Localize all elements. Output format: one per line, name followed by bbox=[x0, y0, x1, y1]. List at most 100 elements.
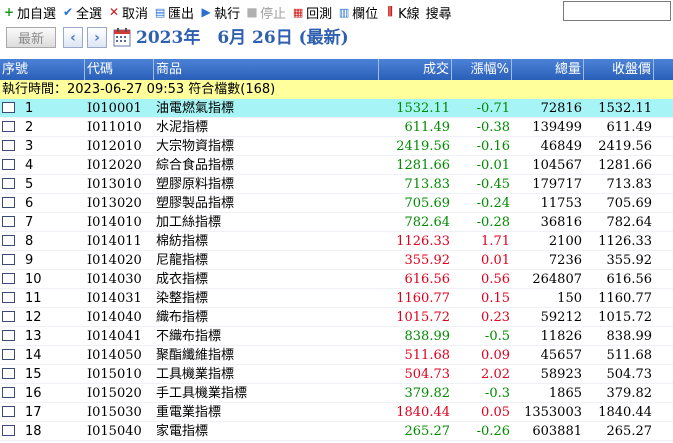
row-change: 0.56 bbox=[481, 272, 510, 287]
row-checkbox[interactable] bbox=[2, 406, 15, 417]
latest-button[interactable]: 最新 bbox=[6, 27, 56, 48]
row-name[interactable]: 染整指標 bbox=[154, 289, 379, 307]
table-row[interactable]: 6 I013020 塑膠製品指標 705.69 -0.24 11753 705.69 bbox=[0, 194, 673, 213]
row-change: -0.71 bbox=[476, 101, 510, 116]
row-index: 16 bbox=[25, 386, 42, 401]
next-date-button[interactable]: › bbox=[87, 27, 107, 48]
table-row[interactable]: 7 I014010 加工絲指標 782.64 -0.28 36816 782.64 bbox=[0, 213, 673, 232]
row-checkbox[interactable] bbox=[2, 140, 15, 151]
add-favorite-button[interactable]: + 加自選 bbox=[0, 0, 59, 24]
row-name[interactable]: 重電業指標 bbox=[154, 403, 379, 421]
row-checkbox[interactable] bbox=[2, 159, 15, 170]
stop-button[interactable]: ■ 停止 bbox=[243, 0, 289, 24]
table-row[interactable]: 18 I015040 家電指標 265.27 -0.26 603881 265.27 bbox=[0, 422, 673, 441]
row-checkbox[interactable] bbox=[2, 349, 15, 360]
export-button[interactable]: ▤ 匯出 bbox=[151, 0, 197, 24]
table-row[interactable]: 2 I011010 水泥指標 611.49 -0.38 139499 611.49 bbox=[0, 118, 673, 137]
row-checkbox[interactable] bbox=[2, 121, 15, 132]
table-row[interactable]: 9 I014020 尼龍指標 355.92 0.01 7236 355.92 bbox=[0, 251, 673, 270]
row-checkbox[interactable] bbox=[2, 254, 15, 265]
row-volume: 2100 bbox=[548, 234, 582, 249]
row-checkbox[interactable] bbox=[2, 292, 15, 303]
row-code: I015010 bbox=[87, 367, 142, 382]
table-row[interactable]: 10 I014030 成衣指標 616.56 0.56 264807 616.56 bbox=[0, 270, 673, 289]
row-name[interactable]: 綜合食品指標 bbox=[154, 156, 379, 174]
row-change: 1.71 bbox=[481, 234, 510, 249]
table-row[interactable]: 14 I014050 聚酯纖維指標 511.68 0.09 45657 511.68 bbox=[0, 346, 673, 365]
row-close: 1840.44 bbox=[598, 405, 652, 420]
table-row[interactable]: 17 I015030 重電業指標 1840.44 0.05 1353003 1840.44 bbox=[0, 403, 673, 422]
table-row[interactable]: 4 I012020 綜合食品指標 1281.66 -0.01 104567 1281.66 bbox=[0, 156, 673, 175]
row-index: 7 bbox=[25, 215, 34, 230]
row-checkbox[interactable] bbox=[2, 102, 15, 113]
table-row[interactable]: 8 I014011 棉紡指標 1126.33 1.71 2100 1126.33 bbox=[0, 232, 673, 251]
column-header-close[interactable]: 收盤價 bbox=[584, 59, 654, 80]
row-checkbox[interactable] bbox=[2, 235, 15, 246]
row-checkbox[interactable] bbox=[2, 425, 15, 436]
table-row[interactable]: 16 I015020 手工具機業指標 379.82 -0.3 1865 379.82 bbox=[0, 384, 673, 403]
select-all-button[interactable]: ✔ 全選 bbox=[59, 0, 105, 24]
row-change: -0.5 bbox=[484, 329, 510, 344]
row-checkbox[interactable] bbox=[2, 368, 15, 379]
row-checkbox[interactable] bbox=[2, 330, 15, 341]
table-row[interactable]: 12 I014040 織布指標 1015.72 0.23 59212 1015.72 bbox=[0, 308, 673, 327]
table-row[interactable]: 13 I014041 不織布指標 838.99 -0.5 11826 838.99 bbox=[0, 327, 673, 346]
row-volume: 7236 bbox=[548, 253, 582, 268]
row-index: 15 bbox=[25, 367, 42, 382]
cancel-button[interactable]: ✕ 取消 bbox=[105, 0, 151, 24]
table-row[interactable]: 5 I013010 塑膠原料指標 713.83 -0.45 179717 713.83 bbox=[0, 175, 673, 194]
execute-button[interactable]: ▶ 執行 bbox=[197, 0, 243, 24]
row-name[interactable]: 工具機業指標 bbox=[154, 365, 379, 383]
backtest-button[interactable]: ▦ 回測 bbox=[289, 0, 335, 24]
row-checkbox[interactable] bbox=[2, 311, 15, 322]
row-name[interactable]: 水泥指標 bbox=[154, 118, 379, 136]
column-header-change[interactable]: 漲幅% bbox=[452, 59, 512, 80]
row-name[interactable]: 家電指標 bbox=[154, 422, 379, 440]
row-name[interactable]: 不織布指標 bbox=[154, 327, 379, 345]
row-name[interactable]: 聚酯纖維指標 bbox=[154, 346, 379, 364]
row-code: I014041 bbox=[87, 329, 142, 344]
row-name[interactable]: 尼龍指標 bbox=[154, 251, 379, 269]
column-header-index[interactable]: 序號 bbox=[0, 59, 85, 80]
calendar-icon[interactable] bbox=[113, 27, 131, 47]
row-checkbox[interactable] bbox=[2, 273, 15, 284]
row-price: 2419.56 bbox=[396, 139, 450, 154]
previous-date-button[interactable]: ‹ bbox=[63, 27, 83, 48]
table-row[interactable]: 1 I010001 油電燃氣指標 1532.11 -0.71 72816 1532.11 bbox=[0, 99, 673, 118]
columns-button[interactable]: ▥ 欄位 bbox=[335, 0, 381, 24]
row-index: 17 bbox=[25, 405, 42, 420]
row-name[interactable]: 塑膠原料指標 bbox=[154, 175, 379, 193]
row-name[interactable]: 大宗物資指標 bbox=[154, 137, 379, 155]
row-price: 705.69 bbox=[404, 196, 451, 211]
kline-button[interactable]: ⫼ K線 bbox=[381, 0, 423, 24]
table-row[interactable]: 15 I015010 工具機業指標 504.73 2.02 58923 504.73 bbox=[0, 365, 673, 384]
column-header-price[interactable]: 成交 bbox=[379, 59, 452, 80]
stop-icon: ■ bbox=[246, 5, 258, 19]
row-checkbox[interactable] bbox=[2, 178, 15, 189]
column-header-volume[interactable]: 總量 bbox=[512, 59, 584, 80]
row-volume: 139499 bbox=[532, 120, 582, 135]
column-header-name[interactable]: 商品 bbox=[154, 59, 379, 80]
table-row[interactable]: 11 I014031 染整指標 1160.77 0.15 150 1160.77 bbox=[0, 289, 673, 308]
row-price: 1281.66 bbox=[396, 158, 450, 173]
row-name[interactable]: 加工絲指標 bbox=[154, 213, 379, 231]
row-name[interactable]: 手工具機業指標 bbox=[154, 384, 379, 402]
row-name[interactable]: 成衣指標 bbox=[154, 270, 379, 288]
row-checkbox[interactable] bbox=[2, 197, 15, 208]
row-name[interactable]: 塑膠製品指標 bbox=[154, 194, 379, 212]
search-input[interactable] bbox=[563, 1, 671, 21]
column-header-code[interactable]: 代碼 bbox=[85, 59, 154, 80]
row-checkbox[interactable] bbox=[2, 387, 15, 398]
row-code: I014030 bbox=[87, 272, 142, 287]
row-name[interactable]: 棉紡指標 bbox=[154, 232, 379, 250]
row-price: 611.49 bbox=[404, 120, 451, 135]
row-close: 2419.56 bbox=[598, 139, 652, 154]
table-row[interactable]: 3 I012010 大宗物資指標 2419.56 -0.16 46849 2419.56 bbox=[0, 137, 673, 156]
add-favorite-label: 加自選 bbox=[17, 6, 57, 22]
row-index-cell: 15 bbox=[0, 365, 85, 383]
row-name[interactable]: 油電燃氣指標 bbox=[154, 99, 379, 117]
row-name[interactable]: 織布指標 bbox=[154, 308, 379, 326]
row-close: 705.69 bbox=[606, 196, 653, 211]
row-index: 2 bbox=[25, 120, 34, 135]
row-checkbox[interactable] bbox=[2, 216, 15, 227]
